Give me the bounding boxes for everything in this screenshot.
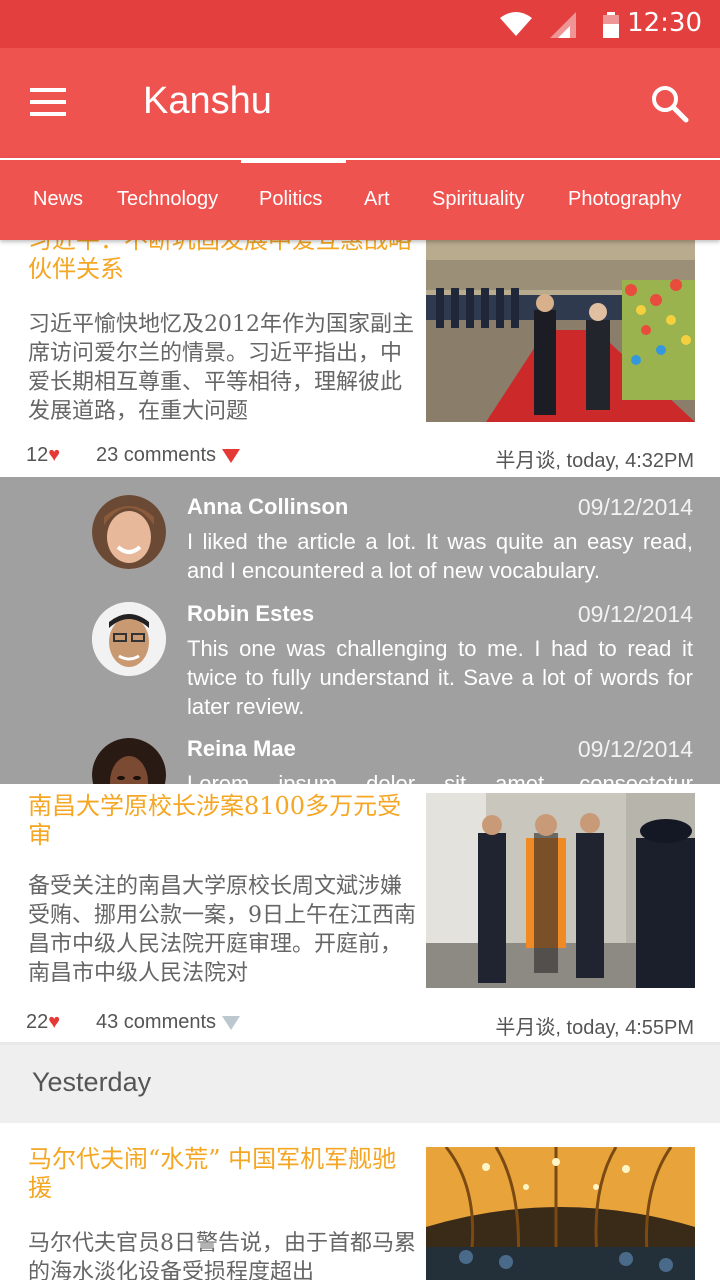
comment-author: Anna Collinson bbox=[187, 494, 349, 519]
battery-icon bbox=[603, 12, 619, 38]
avatar bbox=[92, 738, 166, 784]
article-title[interactable]: 南昌大学原校长涉案8100多万元受审 bbox=[28, 792, 418, 850]
article-excerpt: 备受关注的南昌大学原校长周文斌涉嫌受贿、挪用公款一案，9日上午在江西南昌市中级人… bbox=[28, 874, 416, 986]
comment-date: 09/12/2014 bbox=[577, 736, 693, 762]
avatar bbox=[92, 495, 166, 569]
comment-text: I liked the article a lot. It was quite … bbox=[187, 529, 693, 583]
article-title[interactable]: 习近平：不断巩固发展中爱互惠战略伙伴关系 bbox=[28, 240, 418, 284]
comment-text: This one was challenging to me. I had to… bbox=[187, 636, 693, 719]
active-tab-indicator bbox=[241, 158, 346, 163]
expand-arrow-icon bbox=[222, 1015, 241, 1030]
section-label: Yesterday bbox=[32, 1067, 152, 1097]
comments-panel[interactable]: Anna Collinson 09/12/2014 I liked the ar… bbox=[0, 477, 720, 784]
tab-photography[interactable]: Photography bbox=[568, 188, 681, 211]
article-meta: 22♥ 43 comments 半月谈, today, 4:55PM bbox=[0, 1007, 720, 1039]
article-excerpt: 习近平愉快地忆及2012年作为国家副主席访问爱尔兰的情景。习近平指出，中爱长期相… bbox=[28, 312, 414, 424]
article-title[interactable]: 马尔代夫闹“水荒” 中国军机军舰驰援 bbox=[28, 1145, 418, 1203]
comment-date: 09/12/2014 bbox=[577, 494, 693, 520]
search-icon[interactable] bbox=[650, 84, 690, 124]
signal-icon bbox=[550, 12, 576, 38]
tab-spirituality[interactable]: Spirituality bbox=[432, 188, 524, 211]
clock: 12:30 bbox=[627, 8, 702, 38]
tab-news[interactable]: News bbox=[33, 188, 83, 211]
article-excerpt: 马尔代夫官员8日警告说，由于首都马累的海水淡化设备受损程度超出 bbox=[28, 1231, 416, 1280]
category-tabs: News Technology Politics Art Spiritualit… bbox=[0, 158, 720, 240]
likes-count[interactable]: 12♥ bbox=[26, 444, 60, 467]
comment-author: Reina Mae bbox=[187, 736, 296, 761]
tab-art[interactable]: Art bbox=[364, 188, 390, 211]
article-card[interactable]: 习近平：不断巩固发展中爱互惠战略伙伴关系 习近平愉快地忆及2012年作为国家副主… bbox=[0, 240, 720, 477]
collapse-arrow-icon bbox=[222, 448, 241, 463]
likes-count[interactable]: 22♥ bbox=[26, 1011, 60, 1034]
article-source: 半月谈, today, 4:55PM bbox=[495, 1017, 694, 1039]
comment-text: Lorem ipsum dolor sit amet, consectetur bbox=[187, 771, 693, 784]
section-header: Yesterday bbox=[0, 1045, 720, 1123]
avatar bbox=[92, 602, 166, 676]
article-card[interactable]: 马尔代夫闹“水荒” 中国军机军舰驰援 马尔代夫官员8日警告说，由于首都马累的海水… bbox=[0, 1123, 720, 1280]
article-meta: 12♥ 23 comments 半月谈, today, 4:32PM bbox=[0, 440, 720, 472]
menu-icon[interactable] bbox=[30, 88, 70, 120]
article-thumbnail[interactable] bbox=[426, 1147, 695, 1280]
wifi-icon bbox=[500, 12, 532, 36]
tab-politics[interactable]: Politics bbox=[259, 188, 322, 211]
heart-icon: ♥ bbox=[48, 1011, 61, 1033]
app-title: Kanshu bbox=[143, 80, 272, 122]
comment-date: 09/12/2014 bbox=[577, 601, 693, 627]
tab-technology[interactable]: Technology bbox=[117, 188, 218, 211]
article-source: 半月谈, today, 4:32PM bbox=[495, 450, 694, 472]
article-thumbnail[interactable] bbox=[426, 240, 695, 422]
comment-author: Robin Estes bbox=[187, 601, 315, 626]
comments-toggle[interactable]: 23 comments bbox=[96, 444, 241, 467]
app-bar: Kanshu bbox=[0, 48, 720, 158]
article-feed[interactable]: 习近平：不断巩固发展中爱互惠战略伙伴关系 习近平愉快地忆及2012年作为国家副主… bbox=[0, 240, 720, 1280]
status-bar: 12:30 bbox=[0, 0, 720, 48]
article-card[interactable]: 南昌大学原校长涉案8100多万元受审 备受关注的南昌大学原校长周文斌涉嫌受贿、挪… bbox=[0, 784, 720, 1042]
heart-icon: ♥ bbox=[48, 444, 61, 466]
comments-toggle[interactable]: 43 comments bbox=[96, 1011, 241, 1034]
article-thumbnail[interactable] bbox=[426, 793, 695, 988]
